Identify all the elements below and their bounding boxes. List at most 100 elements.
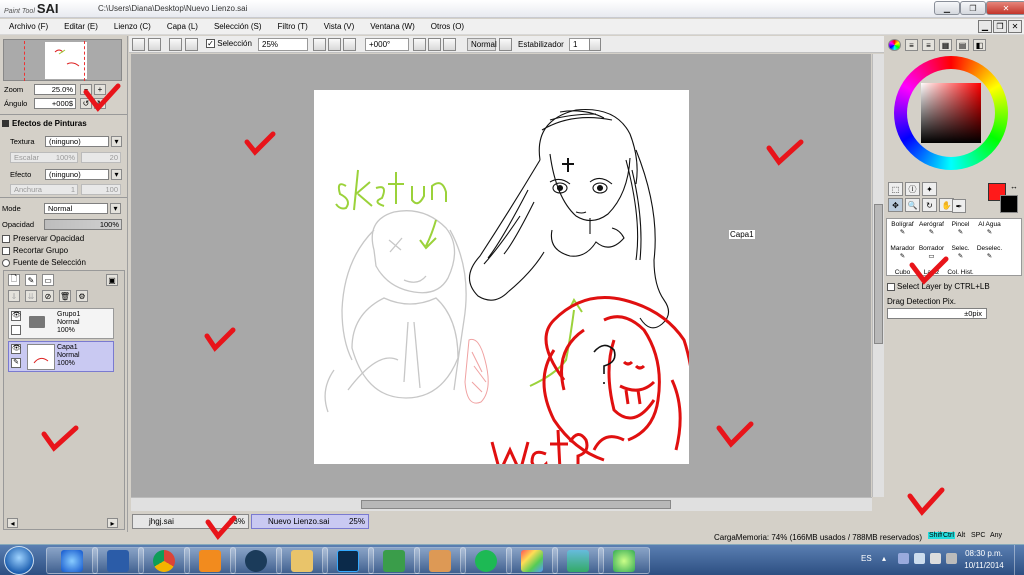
- zoom-in-icon[interactable]: [328, 38, 341, 51]
- taskbar-app-games[interactable]: [598, 547, 650, 574]
- menu-editar[interactable]: Editar (E): [55, 19, 105, 31]
- undo-icon[interactable]: [132, 38, 145, 51]
- transfer-down-icon[interactable]: ⇓: [8, 290, 20, 302]
- taskbar-app-chrome[interactable]: [138, 547, 190, 574]
- vertical-scrollbar[interactable]: [872, 54, 884, 497]
- zoom-out-icon[interactable]: [313, 38, 326, 51]
- tab-nuevo-lienzo[interactable]: Nuevo Lienzo.sai 25%: [251, 514, 369, 529]
- merge-down-icon[interactable]: ⇊: [25, 290, 37, 302]
- menu-seleccion[interactable]: Selección (S): [205, 19, 269, 31]
- preserve-opacity-checkbox[interactable]: Preservar Opacidad: [2, 234, 84, 243]
- effects-header[interactable]: Efectos de Pinturas: [2, 119, 87, 128]
- chevron-down-icon[interactable]: ▾: [111, 168, 122, 180]
- zoom-value[interactable]: 25.0%: [34, 83, 76, 95]
- layer-scroll-right-icon[interactable]: ▸: [107, 518, 118, 528]
- scroll-thumb[interactable]: [874, 204, 883, 344]
- tool-brush[interactable]: Pincel ✎: [947, 221, 974, 245]
- volume-icon[interactable]: [930, 553, 941, 564]
- start-button[interactable]: [4, 546, 34, 575]
- angle-dropdown[interactable]: +000°: [365, 38, 409, 51]
- menu-vista[interactable]: Vista (V): [315, 19, 362, 31]
- eyedropper-icon[interactable]: ✒: [952, 199, 966, 213]
- tool-deselect[interactable]: Deselec. ✎: [976, 245, 1003, 269]
- invert-selection-icon[interactable]: [185, 38, 198, 51]
- drag-detection-field[interactable]: ±0pix: [887, 308, 987, 319]
- taskbar-app-steam[interactable]: [230, 547, 282, 574]
- view-mode-button[interactable]: Normal: [467, 38, 497, 51]
- navigator-thumbnail[interactable]: [3, 39, 122, 81]
- maximize-button[interactable]: ❐: [960, 1, 986, 15]
- taskbar-app-explorer[interactable]: [276, 547, 328, 574]
- clock[interactable]: 08:30 p.m. 10/11/2014: [958, 548, 1010, 572]
- layer-settings-icon[interactable]: ⚙: [76, 290, 88, 302]
- palette-tab-icon[interactable]: ▦: [939, 39, 952, 51]
- lock-toggle-icon[interactable]: [11, 325, 21, 335]
- angle-value[interactable]: +000$: [34, 97, 76, 109]
- flip-icon[interactable]: [499, 38, 512, 51]
- layer-item-capa1[interactable]: 👁 ✎ Capa1 Normal 100%: [8, 341, 114, 372]
- show-desktop-button[interactable]: [1014, 545, 1024, 575]
- layer-mask-icon[interactable]: ▣: [106, 274, 118, 286]
- rect-select-icon[interactable]: ⬚: [888, 182, 903, 196]
- mdi-close-button[interactable]: ✕: [1008, 20, 1022, 33]
- clear-layer-icon[interactable]: ⊘: [42, 290, 54, 302]
- drawing-page[interactable]: [314, 90, 696, 477]
- rotate-right-icon[interactable]: [428, 38, 441, 51]
- tool-airbrush[interactable]: Aerógraf ✎: [918, 221, 945, 245]
- tray-app-icon[interactable]: [898, 553, 909, 564]
- new-linear-layer-icon[interactable]: ✎: [25, 274, 37, 286]
- show-hidden-icons-icon[interactable]: ▴: [882, 554, 886, 563]
- battery-icon[interactable]: [946, 553, 957, 564]
- saturation-value-square[interactable]: [921, 83, 981, 143]
- opacity-slider[interactable]: 100%: [44, 218, 122, 230]
- brush-lock-icon[interactable]: ✎: [11, 358, 21, 368]
- clip-group-checkbox[interactable]: Recortar Grupo: [2, 246, 68, 255]
- layer-scroll-left-icon[interactable]: ◂: [7, 518, 18, 528]
- tool-ballpen[interactable]: Bolígraf ✎: [889, 221, 916, 245]
- taskbar-app-media[interactable]: [184, 547, 236, 574]
- lasso-icon[interactable]: ⓛ: [905, 182, 920, 196]
- new-layer-icon[interactable]: 🗋: [8, 274, 20, 286]
- chevron-down-icon[interactable]: [589, 38, 601, 51]
- taskbar-app-paint[interactable]: [506, 547, 558, 574]
- effect-select[interactable]: (ninguno): [45, 168, 109, 180]
- selection-source-radio[interactable]: Fuente de Selección: [2, 258, 86, 267]
- menu-lienzo[interactable]: Lienzo (C): [105, 19, 158, 31]
- magic-wand-icon[interactable]: ✦: [922, 182, 937, 196]
- zoom-dropdown[interactable]: 25%: [258, 38, 308, 51]
- rotate-reset-icon[interactable]: [443, 38, 456, 51]
- eye-icon[interactable]: 👁: [11, 311, 21, 321]
- language-indicator[interactable]: ES: [861, 554, 872, 563]
- taskbar-app-hp[interactable]: [368, 547, 420, 574]
- chevron-down-icon[interactable]: ▾: [111, 135, 122, 147]
- minimize-button[interactable]: ▁: [934, 1, 960, 15]
- taskbar-app-ie[interactable]: [46, 547, 98, 574]
- mdi-minimize-button[interactable]: ▁: [978, 20, 992, 33]
- rotate-icon[interactable]: ↻: [922, 198, 937, 212]
- redo-icon[interactable]: [148, 38, 161, 51]
- horizontal-scrollbar[interactable]: [131, 497, 872, 511]
- taskbar-app-photoshop[interactable]: [322, 547, 374, 574]
- rgb-slider-tab-icon[interactable]: ≡: [905, 39, 918, 51]
- taskbar-app-folder[interactable]: [414, 547, 466, 574]
- selection-toggle[interactable]: ✓ Selección: [206, 39, 252, 49]
- secondary-color-swatch[interactable]: [1000, 195, 1018, 213]
- deselect-icon[interactable]: [169, 38, 182, 51]
- scratch-tab-icon[interactable]: ◧: [973, 39, 986, 51]
- tool-watercolor[interactable]: Al Agua ✎: [976, 221, 1003, 245]
- mdi-restore-button[interactable]: ❐: [993, 20, 1007, 33]
- swap-colors-icon[interactable]: ↔: [1010, 182, 1018, 191]
- chevron-down-icon[interactable]: ▾: [110, 202, 121, 214]
- move-icon[interactable]: ✥: [888, 198, 903, 212]
- menu-otros[interactable]: Otros (O): [422, 19, 471, 31]
- eye-icon[interactable]: 👁: [11, 344, 21, 354]
- scroll-thumb[interactable]: [361, 500, 671, 509]
- close-button[interactable]: ✕: [986, 1, 1024, 15]
- taskbar-app-spotify[interactable]: [460, 547, 512, 574]
- swatch-tab-icon[interactable]: ▤: [956, 39, 969, 51]
- zoom-reset-icon[interactable]: [343, 38, 356, 51]
- rotate-left-icon[interactable]: [413, 38, 426, 51]
- menu-ventana[interactable]: Ventana (W): [361, 19, 421, 31]
- taskbar-app-word[interactable]: [92, 547, 144, 574]
- hsv-slider-tab-icon[interactable]: ≡: [922, 39, 935, 51]
